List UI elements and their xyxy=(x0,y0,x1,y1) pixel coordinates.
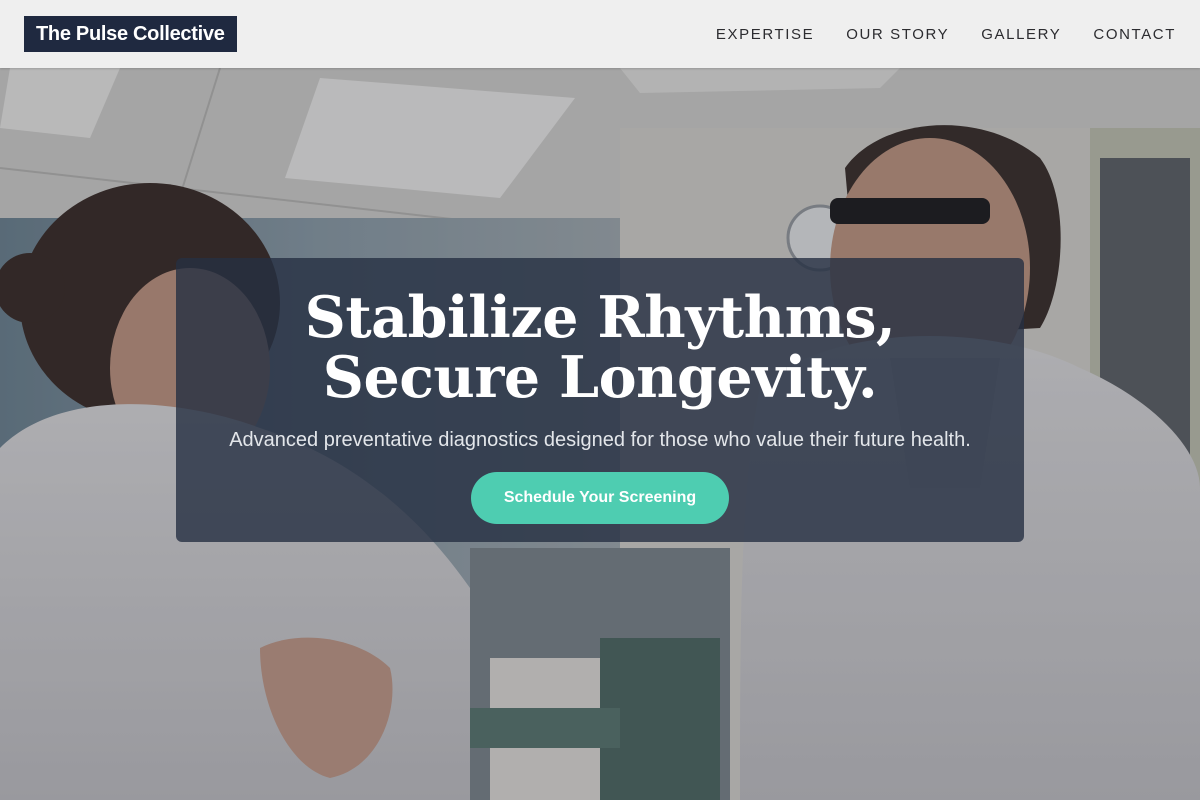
hero-subtitle: Advanced preventative diagnostics design… xyxy=(229,429,971,451)
nav-link-contact[interactable]: CONTACT xyxy=(1093,26,1176,43)
hero-card: Stabilize Rhythms, Secure Longevity. Adv… xyxy=(176,258,1024,542)
nav-link-our-story[interactable]: OUR STORY xyxy=(846,26,949,43)
brand-logo[interactable]: The Pulse Collective xyxy=(24,16,237,52)
hero-title: Stabilize Rhythms, Secure Longevity. xyxy=(304,284,896,411)
nav-link-gallery[interactable]: GALLERY xyxy=(981,26,1061,43)
hero-section: Stabilize Rhythms, Secure Longevity. Adv… xyxy=(0,68,1200,800)
schedule-screening-button[interactable]: Schedule Your Screening xyxy=(471,472,729,524)
site-header: The Pulse Collective EXPERTISE OUR STORY… xyxy=(0,0,1200,68)
nav-link-expertise[interactable]: EXPERTISE xyxy=(716,26,814,43)
main-nav: EXPERTISE OUR STORY GALLERY CONTACT xyxy=(716,0,1176,68)
